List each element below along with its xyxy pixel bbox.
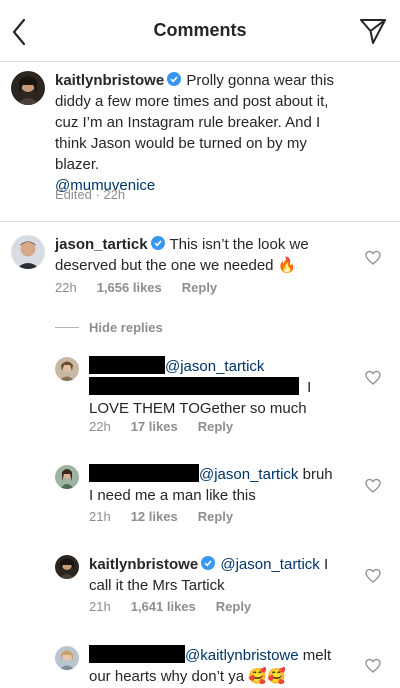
like-heart-icon[interactable] — [365, 370, 381, 386]
redacted-username — [89, 356, 165, 374]
avatar[interactable] — [55, 357, 79, 381]
direct-send-icon — [360, 19, 386, 44]
comment-time: 22h — [55, 280, 77, 295]
avatar[interactable] — [55, 646, 79, 670]
caption-divider — [0, 221, 400, 222]
reply-time: 21h — [89, 599, 111, 614]
reply-body-a: I — [323, 556, 329, 573]
caption-time: 22h — [103, 187, 126, 202]
reply-meta: 21h 12 likes Reply — [89, 509, 253, 524]
reply-body-b: call it the Mrs Tartick — [89, 577, 225, 594]
reply-button[interactable]: Reply — [198, 419, 233, 434]
page-title: Comments — [153, 20, 247, 40]
comment-meta: 22h 1,656 likes Reply — [55, 280, 237, 295]
avatar[interactable] — [55, 555, 79, 579]
caption-username[interactable]: kaitlynbristowe — [55, 72, 164, 89]
reply-time: 22h — [89, 419, 111, 434]
caption-edited: Edited — [55, 187, 92, 202]
comment-text: jason_tartick This isn’t the look we des… — [55, 234, 355, 276]
verified-badge-icon — [167, 72, 182, 86]
verified-badge-icon — [150, 236, 165, 250]
reply-mention[interactable]: @jason_tartick — [220, 556, 319, 573]
comment-username[interactable]: jason_tartick — [55, 236, 148, 253]
verified-badge-icon — [201, 556, 216, 570]
avatar[interactable] — [11, 71, 45, 105]
like-heart-icon[interactable] — [365, 250, 381, 266]
reply-body-b: I need me a man like this — [89, 487, 256, 504]
reply-time: 21h — [89, 509, 111, 524]
reply-likes[interactable]: 17 likes — [131, 419, 178, 434]
reply-meta: 21h 1,641 likes Reply — [89, 599, 271, 614]
fire-emoji: 🔥 — [277, 257, 297, 274]
reply-mention[interactable]: @jason_tartick — [199, 466, 298, 483]
reply-body-a: bruh — [302, 466, 333, 483]
caption-text: kaitlynbristowe Prolly gonna wear this d… — [55, 70, 355, 196]
comment-likes[interactable]: 1,656 likes — [97, 280, 162, 295]
hide-replies-line — [55, 326, 79, 328]
reply-text: kaitlynbristowe @jason_tartick I call it… — [89, 554, 349, 596]
reply-likes[interactable]: 12 likes — [131, 509, 178, 524]
reply-meta: 22h 17 likes Reply — [89, 419, 253, 434]
reply-likes[interactable]: 1,641 likes — [131, 599, 196, 614]
reply-body-b: our hearts why don’t ya — [89, 668, 245, 685]
reply-button[interactable]: Reply — [198, 509, 233, 524]
avatar[interactable] — [11, 235, 45, 269]
like-heart-icon[interactable] — [365, 658, 381, 674]
hide-replies-label: Hide replies — [89, 319, 163, 335]
hide-replies-toggle[interactable]: Hide replies — [55, 318, 163, 336]
reply-text: @kaitlynbristowe melt our hearts why don… — [89, 645, 359, 687]
like-heart-icon[interactable] — [365, 478, 381, 494]
reply-button[interactable]: Reply — [216, 599, 251, 614]
like-heart-icon[interactable] — [365, 568, 381, 584]
direct-message-button[interactable] — [358, 16, 388, 46]
redacted-username — [89, 645, 185, 663]
redacted-username — [89, 464, 199, 482]
reply-mention[interactable]: @jason_tartick — [165, 358, 264, 375]
reply-body-a: I — [307, 379, 312, 396]
reply-body-b: LOVE THEM TOGether so much — [89, 400, 307, 417]
caption-meta: Edited · 22h — [55, 187, 126, 202]
reply-mention[interactable]: @kaitlynbristowe — [185, 647, 299, 664]
reply-body-a: melt — [302, 647, 332, 664]
reply-text: @jason_tartick bruh I need me a man like… — [89, 464, 359, 506]
reply-text: @jason_tartick I LOVE THEM TOGether so m… — [89, 356, 349, 419]
reply-username[interactable]: kaitlynbristowe — [89, 556, 198, 573]
smiling-face-hearts-emoji: 🥰🥰 — [248, 668, 286, 685]
redacted-text — [89, 377, 299, 395]
header-bar: Comments — [0, 0, 400, 62]
avatar[interactable] — [55, 465, 79, 489]
reply-button[interactable]: Reply — [182, 280, 217, 295]
